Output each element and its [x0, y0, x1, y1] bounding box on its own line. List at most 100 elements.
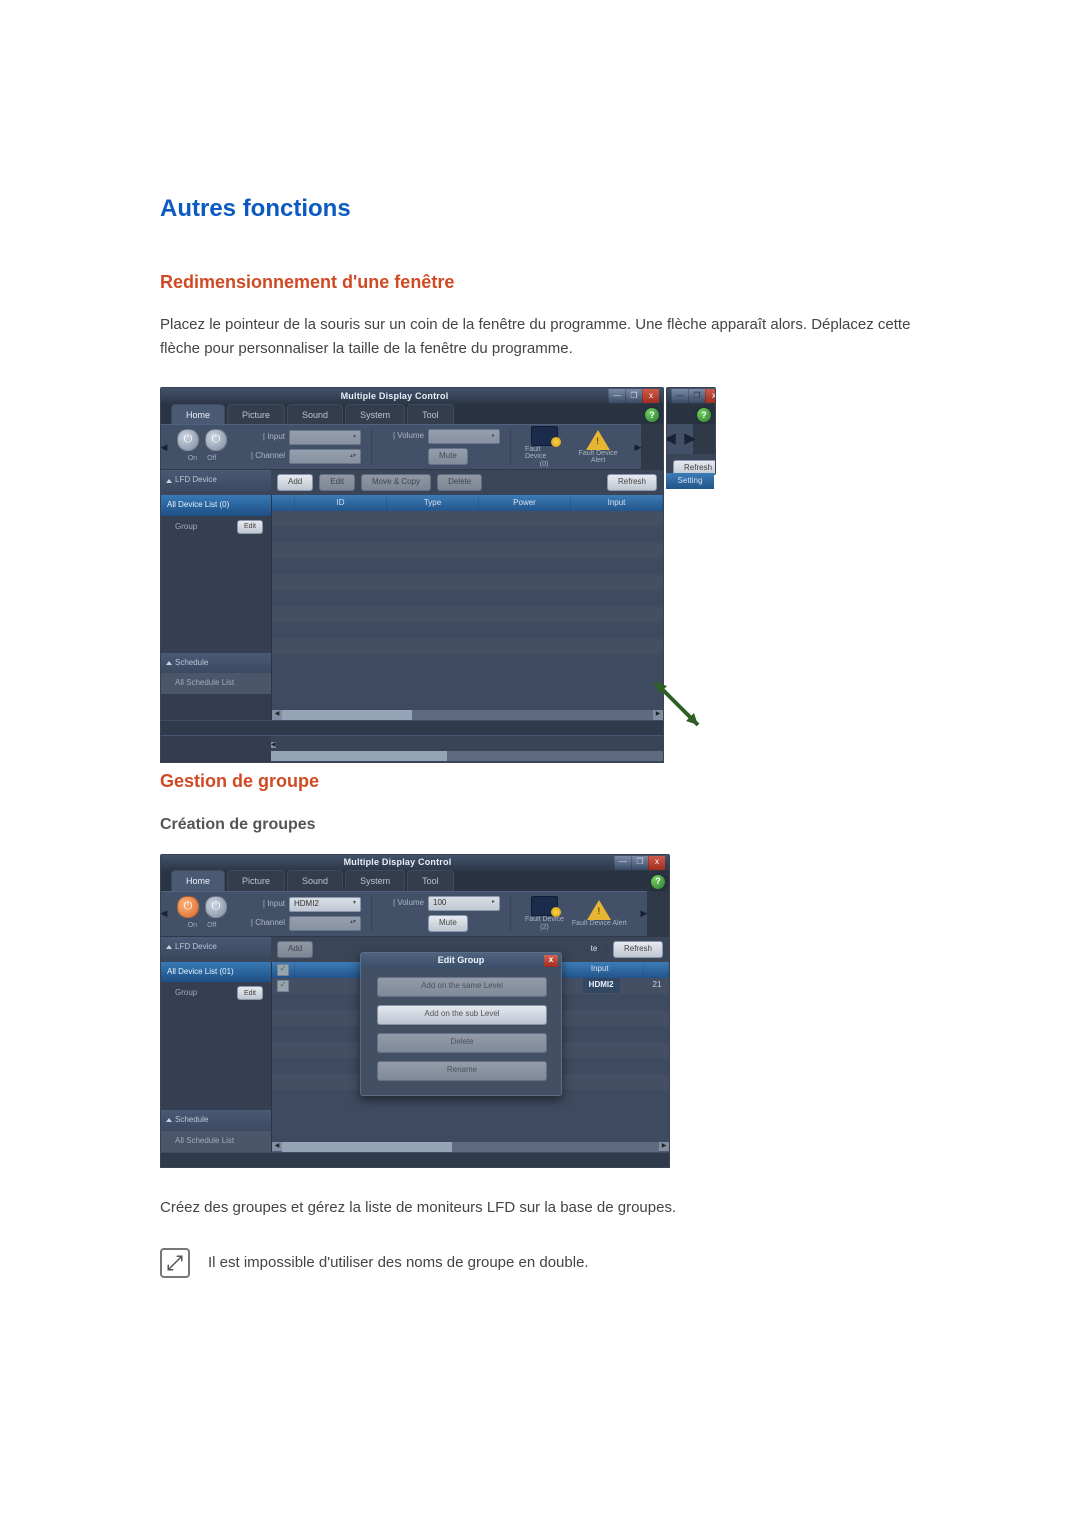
figure-resize: Multiple Display Control — ❐ x ? Home Pi… — [160, 387, 920, 727]
mini-col-setting[interactable]: Setting — [666, 473, 714, 489]
tab-tool-2[interactable]: Tool — [407, 870, 454, 890]
col-power[interactable]: Power — [479, 495, 571, 511]
scroll-right-icon[interactable]: ▶ — [653, 710, 663, 720]
col-checkbox[interactable]: ✓ — [272, 962, 295, 978]
minimize-button-2[interactable]: — — [614, 856, 631, 870]
add-sub-level-button[interactable]: Add on the sub Level — [377, 1005, 547, 1025]
col-input-2[interactable]: Input — [557, 962, 645, 978]
power-on-label-2: On — [188, 920, 197, 931]
sidebar-group-2[interactable]: Group Edit — [161, 982, 271, 1004]
window-title-2: Multiple Display Control — [181, 855, 614, 869]
input-combo[interactable]: ▾ — [289, 430, 361, 445]
fault-alert-icon[interactable]: ! — [586, 430, 610, 450]
refresh-button-2[interactable]: Refresh — [613, 941, 663, 958]
delete-button[interactable]: Delete — [437, 474, 482, 491]
sidebar-all-device-list-2[interactable]: All Device List (01) — [161, 962, 271, 983]
power-off-icon[interactable]: ⏻ — [205, 429, 227, 451]
power-on-icon[interactable]: ⏻ — [177, 429, 199, 451]
channel-spinner[interactable]: ▴▾ — [289, 449, 361, 464]
col-te: te — [582, 943, 607, 956]
section-title-resize: Redimensionnement d'une fenêtre — [160, 268, 920, 297]
sidebar-group[interactable]: Group Edit — [161, 516, 271, 538]
fault-alert-icon-2[interactable]: ! — [587, 900, 611, 920]
input-combo-2[interactable]: HDMI2▾ — [289, 897, 361, 912]
power-group: ⏻ ⏻ On Off — [167, 425, 237, 469]
col-input[interactable]: Input — [571, 495, 663, 511]
fault-device-label-2: Fault Device — [525, 916, 564, 924]
edit-button[interactable]: Edit — [319, 474, 355, 491]
tab-tool[interactable]: Tool — [407, 404, 454, 424]
col-type[interactable]: Type — [387, 495, 479, 511]
dialog-close-button[interactable]: x — [544, 955, 558, 967]
help-icon[interactable]: ? — [645, 408, 659, 422]
add-same-level-button[interactable]: Add on the same Level — [377, 977, 547, 997]
fault-device-icon-2[interactable] — [531, 896, 558, 916]
sidebar-all-device-list[interactable]: All Device List (0) — [161, 495, 271, 516]
sidebar-all-schedule-list-2[interactable]: All Schedule List — [161, 1131, 271, 1152]
channel-spinner-2[interactable]: ▴▾ — [289, 916, 361, 931]
popup-delete-button[interactable]: Delete — [377, 1033, 547, 1053]
add-button[interactable]: Add — [277, 474, 313, 491]
close-button[interactable]: x — [642, 389, 659, 403]
mini-max-button[interactable]: ❐ — [688, 389, 705, 403]
row-checkbox[interactable]: ✓ — [277, 980, 289, 992]
group-edit-button[interactable]: Edit — [237, 520, 263, 534]
fault-device-count: (0) — [540, 461, 549, 469]
horizontal-scrollbar-2[interactable]: ◀ ▶ — [272, 1142, 669, 1152]
mini-min-button[interactable]: — — [671, 389, 688, 403]
volume-label-2: | Volume — [382, 897, 424, 910]
volume-spinner-2[interactable]: 100▸ — [428, 896, 500, 911]
tab-picture-2[interactable]: Picture — [227, 870, 285, 890]
move-copy-button[interactable]: Move & Copy — [361, 474, 431, 491]
device-table: ID Type Power Input ◀ ▶ — [272, 495, 663, 720]
help-icon-2[interactable]: ? — [651, 875, 665, 889]
scroll-thumb[interactable] — [282, 710, 412, 720]
tab-sound-2[interactable]: Sound — [287, 870, 343, 890]
sidebar-all-schedule-list[interactable]: All Schedule List — [161, 673, 271, 694]
fault-device-label: Fault Device — [525, 446, 563, 461]
lfd-device-header[interactable]: LFD Device — [161, 470, 271, 491]
tab-home[interactable]: Home — [171, 404, 225, 424]
refresh-button[interactable]: Refresh — [607, 474, 657, 491]
mute-button[interactable]: Mute — [428, 448, 468, 465]
status-bar — [161, 720, 663, 735]
chevron-down-icon — [166, 479, 172, 483]
power-off-icon-2[interactable]: ⏻ — [205, 896, 227, 918]
volume-spinner[interactable]: ▸ — [428, 429, 500, 444]
fault-device-icon[interactable] — [531, 426, 558, 446]
col-id[interactable]: ID — [295, 495, 387, 511]
schedule-header[interactable]: Schedule — [161, 653, 271, 674]
tab-system[interactable]: System — [345, 404, 405, 424]
group-edit-button-2[interactable]: Edit — [237, 986, 263, 1000]
horizontal-scrollbar[interactable]: ◀ ▶ — [272, 710, 663, 720]
tab-system-2[interactable]: System — [345, 870, 405, 890]
footer-scrollbar[interactable]: ◀ ▶ — [271, 736, 663, 763]
row-num: 21 — [645, 978, 669, 994]
titlebar: Multiple Display Control — ❐ x — [161, 388, 663, 404]
power-on-icon-2[interactable]: ⏻ — [177, 896, 199, 918]
power-on-label: On — [188, 453, 197, 464]
row-input-value: HDMI2 — [583, 978, 620, 993]
schedule-header-2[interactable]: Schedule — [161, 1110, 271, 1131]
lfd-device-header-2[interactable]: LFD Device — [161, 937, 271, 958]
dialog-title: Edit Group — [438, 953, 485, 967]
fault-alert-label: Fault Device Alert — [571, 450, 625, 465]
popup-rename-button[interactable]: Rename — [377, 1061, 547, 1081]
mini-close-button[interactable]: x — [705, 389, 716, 403]
input-label-2: | Input — [243, 898, 285, 911]
scroll-left-icon[interactable]: ◀ — [272, 710, 282, 720]
mute-button-2[interactable]: Mute — [428, 915, 468, 932]
tab-home-2[interactable]: Home — [171, 870, 225, 890]
minimize-button[interactable]: — — [608, 389, 625, 403]
power-off-label-2: Off — [207, 920, 216, 931]
add-button-2[interactable]: Add — [277, 941, 313, 958]
figure-edit-group: Multiple Display Control — ❐ x ? Home Pi… — [160, 854, 920, 1184]
maximize-button-2[interactable]: ❐ — [631, 856, 648, 870]
mini-help-icon[interactable]: ? — [697, 408, 711, 422]
close-button-2[interactable]: x — [648, 856, 665, 870]
fault-device-count-2: (2) — [540, 924, 549, 932]
tab-sound[interactable]: Sound — [287, 404, 343, 424]
tab-picture[interactable]: Picture — [227, 404, 285, 424]
maximize-button[interactable]: ❐ — [625, 389, 642, 403]
fault-alert-label-2: Fault Device Alert — [572, 920, 627, 928]
